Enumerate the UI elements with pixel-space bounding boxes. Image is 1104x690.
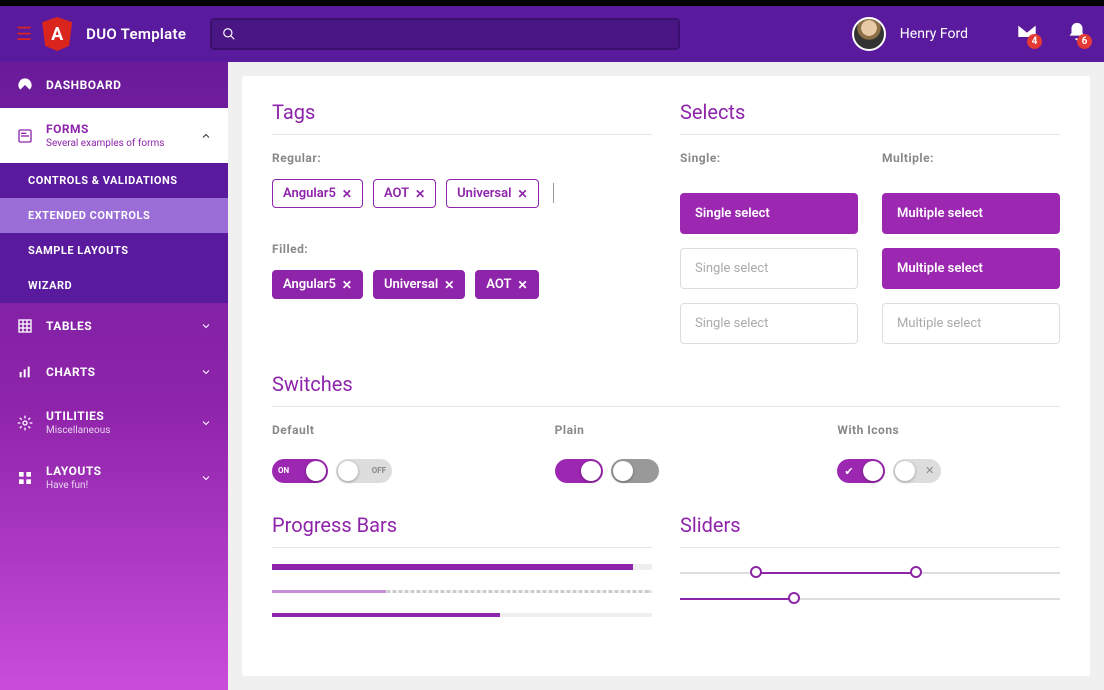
switch-default-off[interactable]: [336, 459, 392, 483]
multiple-select[interactable]: Multiple select: [882, 248, 1060, 289]
section-title-tags: Tags: [272, 100, 652, 135]
tag-input-cursor[interactable]: [553, 183, 554, 203]
single-slider[interactable]: [680, 598, 1060, 600]
forms-icon: [16, 127, 34, 145]
remove-tag-icon[interactable]: ✕: [342, 187, 352, 201]
switch-default-label: Default: [272, 423, 495, 437]
switch-plain-off[interactable]: [611, 459, 659, 483]
remove-tag-icon[interactable]: ✕: [517, 278, 527, 292]
sidebar-item-label: CHARTS: [46, 365, 188, 379]
logo-icon: A: [42, 17, 72, 51]
tag[interactable]: AOT✕: [475, 270, 538, 299]
multiple-select[interactable]: Multiple select: [882, 193, 1060, 234]
sidebar-sub-wizard[interactable]: WIZARD: [0, 268, 228, 303]
notifications-badge: 6: [1077, 34, 1092, 49]
sidebar-item-label: UTILITIES: [46, 409, 104, 423]
tags-filled-label: Filled:: [272, 242, 652, 256]
search-input[interactable]: [242, 27, 668, 42]
switch-icon-on[interactable]: ✔: [837, 459, 885, 483]
multiple-select-label: Multiple:: [882, 151, 1060, 165]
chevron-up-icon: [200, 130, 212, 142]
section-title-switches: Switches: [272, 372, 1060, 407]
grid-icon: [16, 469, 34, 487]
progress-bar: [272, 590, 652, 593]
progress-bar: [272, 613, 652, 617]
sidebar-item-label: FORMS: [46, 122, 89, 136]
switch-icons-label: With Icons: [837, 423, 1060, 437]
sidebar-sub-controls[interactable]: CONTROLS & VALIDATIONS: [0, 163, 228, 198]
messages-icon[interactable]: 4: [1016, 21, 1038, 47]
sidebar-item-tables[interactable]: TABLES: [0, 303, 228, 349]
section-title-selects: Selects: [680, 100, 1060, 135]
dashboard-icon: [16, 76, 34, 94]
search-icon: [222, 27, 236, 41]
sidebar-item-layouts[interactable]: LAYOUTS Have fun!: [0, 450, 228, 505]
gear-icon: [16, 414, 34, 432]
slider-handle[interactable]: [750, 566, 762, 578]
section-title-sliders: Sliders: [680, 513, 1060, 548]
remove-tag-icon[interactable]: ✕: [415, 187, 425, 201]
remove-tag-icon[interactable]: ✕: [517, 187, 527, 201]
tag[interactable]: Angular5✕: [272, 179, 363, 208]
menu-toggle-icon[interactable]: ☰: [16, 24, 32, 45]
brand-title: DUO Template: [86, 25, 186, 43]
avatar[interactable]: [852, 17, 886, 51]
sidebar-item-label: LAYOUTS: [46, 464, 102, 478]
switch-plain-label: Plain: [555, 423, 778, 437]
single-select[interactable]: Single select: [680, 248, 858, 289]
chevron-down-icon: [200, 472, 212, 484]
sidebar-item-dashboard[interactable]: DASHBOARD: [0, 62, 228, 108]
sidebar-item-forms[interactable]: FORMS Several examples of forms: [0, 108, 228, 163]
messages-badge: 4: [1027, 34, 1042, 49]
slider-handle[interactable]: [788, 592, 800, 604]
notifications-icon[interactable]: 6: [1066, 21, 1088, 47]
sidebar-item-utilities[interactable]: UTILITIES Miscellaneous: [0, 395, 228, 450]
switch-default-on[interactable]: [272, 459, 328, 483]
tag[interactable]: AOT✕: [373, 179, 436, 208]
tag[interactable]: Universal✕: [373, 270, 465, 299]
remove-tag-icon[interactable]: ✕: [342, 278, 352, 292]
chevron-down-icon: [200, 417, 212, 429]
sidebar-item-subtext: Several examples of forms: [46, 138, 188, 149]
switch-icon-off[interactable]: ✕: [893, 459, 941, 483]
tag[interactable]: Universal✕: [446, 179, 538, 208]
username: Henry Ford: [900, 26, 968, 42]
sidebar-item-charts[interactable]: CHARTS: [0, 349, 228, 395]
progress-bar: [272, 564, 652, 570]
close-icon: ✕: [925, 464, 934, 477]
chevron-down-icon: [200, 320, 212, 332]
multiple-select[interactable]: Multiple select: [882, 303, 1060, 344]
single-select[interactable]: Single select: [680, 303, 858, 344]
range-slider[interactable]: [680, 572, 1060, 574]
search-box[interactable]: [210, 18, 680, 50]
sidebar-item-subtext: Have fun!: [46, 480, 188, 491]
sidebar-item-label: DASHBOARD: [46, 78, 212, 92]
slider-handle[interactable]: [910, 566, 922, 578]
section-title-progress: Progress Bars: [272, 513, 652, 548]
charts-icon: [16, 363, 34, 381]
switch-plain-on[interactable]: [555, 459, 603, 483]
sidebar-sub-sample[interactable]: SAMPLE LAYOUTS: [0, 233, 228, 268]
tables-icon: [16, 317, 34, 335]
single-select[interactable]: Single select: [680, 193, 858, 234]
sidebar-sub-extended[interactable]: EXTENDED CONTROLS: [0, 198, 228, 233]
remove-tag-icon[interactable]: ✕: [444, 278, 454, 292]
tag[interactable]: Angular5✕: [272, 270, 363, 299]
sidebar-item-label: TABLES: [46, 319, 188, 333]
sidebar-item-subtext: Miscellaneous: [46, 425, 188, 436]
single-select-label: Single:: [680, 151, 858, 165]
check-icon: ✔: [844, 465, 853, 478]
tags-regular-label: Regular:: [272, 151, 652, 165]
chevron-down-icon: [200, 366, 212, 378]
